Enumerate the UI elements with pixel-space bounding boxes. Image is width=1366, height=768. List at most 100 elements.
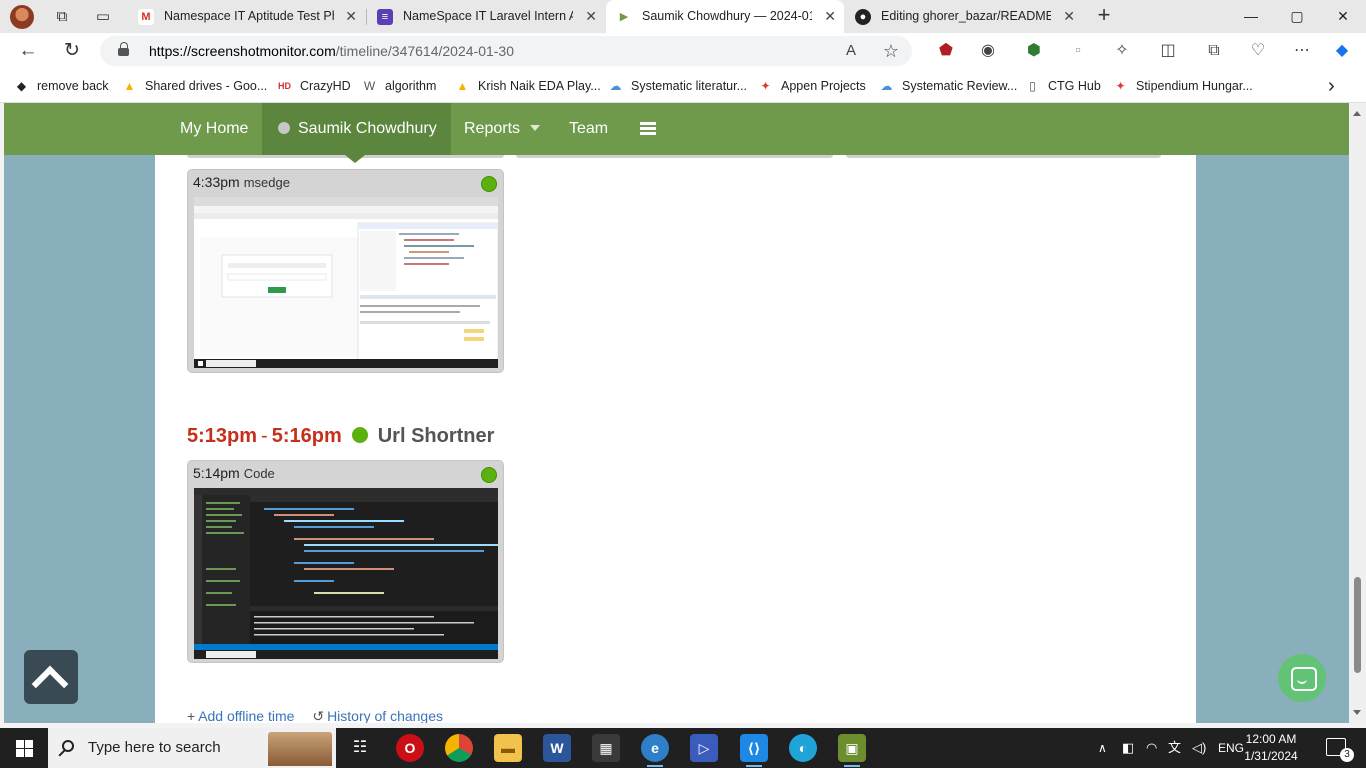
scroll-down-icon[interactable] (1353, 710, 1361, 715)
windows-taskbar: Type here to search ☷ O ▬ W ▦ e ▷ ⟨⟩ ◐ ▣… (0, 728, 1366, 768)
shield-extension-icon[interactable]: ⬢ (1022, 40, 1046, 62)
app-icon[interactable]: ◐ (789, 734, 817, 762)
panda-extension-icon[interactable]: ◉ (976, 40, 1000, 62)
workspaces-icon[interactable]: ⧉ (51, 6, 73, 28)
bookmark-algorithm[interactable]: Walgorithm (362, 69, 437, 103)
extensions-icon[interactable]: ✧ (1110, 40, 1134, 62)
favorite-star-icon[interactable]: ☆ (880, 40, 902, 62)
add-offline-time-link[interactable]: Add offline time (198, 708, 294, 723)
dim-extension-icon[interactable]: ▫ (1066, 40, 1090, 62)
chrome-icon[interactable] (445, 734, 473, 762)
collections-icon[interactable]: ⧉ (1202, 40, 1226, 62)
screenshot-thumbnail[interactable] (194, 488, 498, 659)
bookmark-systematic-literature[interactable]: ☁ Systematic literatur... (608, 69, 748, 103)
power-automate-icon[interactable]: ▷ (690, 734, 718, 762)
bookmarks-bar: ◆ remove back ▲ Shared drives - Goo... HD C… (0, 69, 1366, 103)
nav-reports[interactable]: Reports (464, 103, 541, 155)
w-icon: W (363, 79, 376, 93)
clock[interactable]: 12:00 AM 1/31/2024 (1236, 731, 1306, 765)
plus-icon: + (187, 708, 196, 723)
segment-title[interactable]: Url Shortner (378, 425, 495, 447)
search-highlight-image (268, 732, 332, 766)
reload-button[interactable]: ↻ (58, 39, 86, 63)
page-viewport: My Home Saumik Chowdhury Reports Team 4:… (4, 103, 1349, 723)
scroll-to-top-button[interactable] (24, 650, 78, 704)
bookmark-krish-naik[interactable]: ▲ Krish Naik EDA Play... (455, 69, 601, 103)
screenshot-card[interactable]: 5:14pm Code (187, 460, 504, 663)
browser-essentials-icon[interactable]: ♡ (1246, 40, 1270, 62)
tab-actions-icon[interactable]: ▭ (92, 6, 114, 28)
bookmark-remove-back[interactable]: ◆ remove back (14, 69, 109, 103)
profile-avatar[interactable] (10, 5, 34, 29)
forms-icon: ≡ (377, 9, 393, 25)
notification-count-badge: 3 (1340, 748, 1354, 762)
appen-icon: ✦ (1115, 79, 1126, 93)
nav-user[interactable]: Saumik Chowdhury (262, 103, 451, 155)
app-navbar: My Home Saumik Chowdhury Reports Team (4, 103, 1349, 155)
github-icon: ● (855, 9, 871, 25)
activity-status-icon[interactable] (481, 467, 497, 483)
bookmark-systematic-review[interactable]: ☁ Systematic Review... (879, 69, 1018, 103)
bookmarks-overflow-chevron-icon[interactable]: › (1328, 69, 1335, 103)
opera-icon[interactable]: O (396, 734, 424, 762)
ublock-extension-icon[interactable]: ⬟ (934, 40, 958, 62)
tab-close-icon[interactable]: ✕ (345, 0, 357, 33)
screenshot-thumbnail[interactable] (194, 197, 498, 368)
cloud-icon: ☁ (609, 79, 622, 93)
card-header: 5:14pm Code (193, 465, 275, 481)
activity-status-icon[interactable] (481, 176, 497, 192)
minimize-button[interactable]: — (1228, 0, 1274, 33)
scrollbar-thumb[interactable] (1354, 577, 1361, 673)
address-bar[interactable]: https://screenshotmonitor.com/timeline/3… (100, 36, 912, 66)
chat-support-button[interactable] (1278, 654, 1326, 702)
tab-close-icon[interactable]: ✕ (824, 0, 836, 33)
nav-team[interactable]: Team (569, 103, 608, 155)
file-explorer-icon[interactable]: ▬ (494, 734, 522, 762)
maximize-button[interactable]: ▢ (1274, 0, 1320, 33)
edge-icon[interactable]: e (641, 734, 669, 767)
tab-close-icon[interactable]: ✕ (1063, 0, 1075, 33)
task-view-icon[interactable]: ☷ (346, 734, 374, 762)
copilot-icon[interactable]: ◆ (1330, 40, 1354, 62)
screenshotmonitor-tray-icon[interactable]: ▣ (838, 734, 866, 767)
close-window-button[interactable]: ✕ (1320, 0, 1366, 33)
page-scrollbar[interactable] (1349, 103, 1366, 723)
tab-close-icon[interactable]: ✕ (585, 0, 597, 33)
store-icon[interactable]: ▦ (592, 734, 620, 762)
wifi-icon[interactable]: ◠ (1146, 728, 1157, 768)
hamburger-menu-icon[interactable] (640, 122, 656, 135)
lock-icon[interactable] (118, 42, 130, 57)
new-tab-button[interactable]: + (1092, 4, 1116, 28)
volume-icon[interactable]: ◁) (1192, 728, 1206, 768)
tab-screenshotmonitor[interactable]: ▶ Saumik Chowdhury — 2024-01-3 ✕ (606, 0, 844, 33)
vscode-icon[interactable]: ⟨⟩ (740, 734, 768, 767)
cloud-icon: ☁ (880, 79, 893, 93)
url-text[interactable]: https://screenshotmonitor.com/timeline/3… (149, 36, 514, 66)
bookmark-ctg-hub[interactable]: ▯ CTG Hub (1025, 69, 1101, 103)
ime-icon[interactable]: 文 (1168, 728, 1181, 768)
tab-gmail[interactable]: M Namespace IT Aptitude Test Phas ✕ (128, 0, 365, 33)
tab-github[interactable]: ● Editing ghorer_bazar/README.m ✕ (845, 0, 1083, 33)
history-of-changes-link[interactable]: History of changes (327, 708, 443, 723)
bookmark-crazyhd[interactable]: HD CrazyHD (277, 69, 351, 103)
drive-icon: ▲ (123, 79, 136, 93)
show-hidden-icons-chevron-icon[interactable]: ∧ (1098, 728, 1107, 768)
taskbar-search[interactable]: Type here to search (48, 728, 336, 768)
back-button[interactable]: ← (14, 39, 42, 63)
more-menu-icon[interactable]: ⋯ (1290, 40, 1314, 62)
word-icon[interactable]: W (543, 734, 571, 762)
bookmark-appen-projects[interactable]: ✦ Appen Projects (758, 69, 865, 103)
meet-now-icon[interactable]: ◧ (1122, 728, 1134, 768)
search-icon (62, 740, 74, 752)
eye-icon: ◆ (16, 79, 27, 93)
nav-my-home[interactable]: My Home (180, 103, 248, 155)
notification-center-icon[interactable]: 3 (1326, 738, 1354, 762)
screenshot-card[interactable]: 4:33pm msedge (187, 169, 504, 373)
bookmark-shared-drives[interactable]: ▲ Shared drives - Goo... (122, 69, 268, 103)
split-screen-icon[interactable]: ◫ (1156, 40, 1180, 62)
tab-forms[interactable]: ≡ NameSpace IT Laravel Intern Apt ✕ (367, 0, 605, 33)
windows-start-icon[interactable] (16, 740, 33, 757)
scroll-up-icon[interactable] (1353, 111, 1361, 116)
read-aloud-icon[interactable]: A (840, 40, 862, 62)
bookmark-stipendium[interactable]: ✦ Stipendium Hungar... (1113, 69, 1252, 103)
